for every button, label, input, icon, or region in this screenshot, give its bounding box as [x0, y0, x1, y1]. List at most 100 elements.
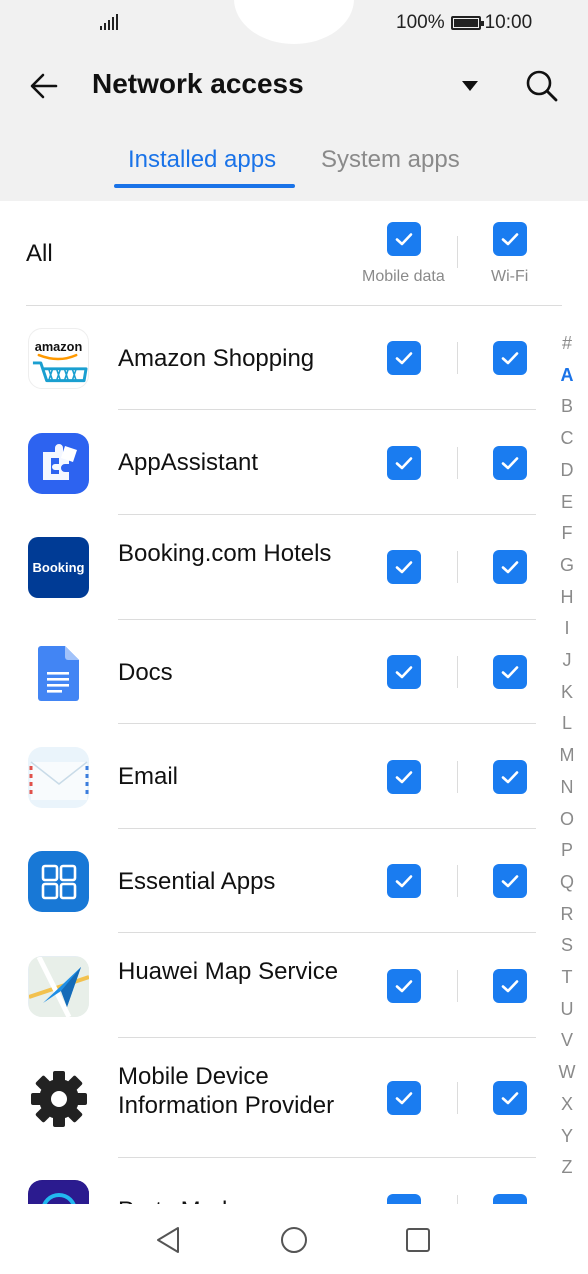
dropdown-arrow-icon	[462, 81, 478, 91]
app-name: Party Mode	[118, 1196, 358, 1204]
list-item[interactable]: AppAssistant	[0, 410, 548, 515]
index-letter[interactable]: U	[548, 999, 586, 1020]
tab-installed-apps[interactable]: Installed apps	[128, 146, 276, 174]
index-letter[interactable]: D	[548, 460, 586, 481]
index-letter[interactable]: X	[548, 1094, 586, 1115]
app-name: Amazon Shopping	[118, 345, 315, 372]
mobile-data-checkbox[interactable]	[387, 1081, 421, 1115]
index-letter[interactable]: Q	[548, 872, 586, 893]
grid-icon	[28, 851, 89, 912]
signal-icon	[100, 14, 118, 30]
index-letter[interactable]: L	[548, 713, 586, 734]
app-name: AppAssistant	[118, 449, 259, 476]
status-time: 10:00	[484, 12, 533, 33]
checkmark-icon	[395, 457, 413, 470]
mobile-data-checkbox[interactable]	[387, 1194, 421, 1204]
app-name: Docs	[118, 659, 173, 686]
alphabet-index[interactable]: # A B C D E F G H I J K L M N O P Q R S T U V W X Y Z	[548, 333, 586, 1193]
index-letter[interactable]: J	[548, 650, 586, 671]
list-item[interactable]: Booking Booking.com Hotels	[0, 515, 548, 620]
camera-notch	[234, 0, 354, 44]
wifi-checkbox[interactable]	[493, 760, 527, 794]
index-letter[interactable]: H	[548, 587, 586, 608]
title-dropdown-button[interactable]	[456, 72, 484, 100]
index-letter[interactable]: A	[548, 365, 586, 386]
all-label: All	[26, 240, 53, 267]
booking-icon: Booking	[28, 537, 89, 598]
checkmark-icon	[501, 352, 519, 365]
column-divider	[457, 761, 458, 793]
index-letter[interactable]: #	[548, 333, 586, 354]
all-mobile-data-checkbox[interactable]	[387, 222, 421, 256]
search-button[interactable]	[522, 66, 562, 106]
mobile-data-checkbox[interactable]	[387, 760, 421, 794]
wifi-checkbox[interactable]	[493, 1194, 527, 1204]
index-letter[interactable]: B	[548, 396, 586, 417]
list-item[interactable]: Huawei Map Service	[0, 933, 548, 1038]
nav-home-button[interactable]	[276, 1222, 312, 1258]
mobile-data-checkbox[interactable]	[387, 446, 421, 480]
map-icon	[28, 956, 89, 1017]
header: Network access	[0, 56, 588, 114]
index-letter[interactable]: W	[548, 1062, 586, 1083]
app-name: Mobile Device Information Provider	[118, 1063, 335, 1119]
all-wifi-checkbox[interactable]	[493, 222, 527, 256]
list-item[interactable]: amazon Amazon Shopping	[0, 306, 548, 410]
wifi-checkbox[interactable]	[493, 969, 527, 1003]
column-divider	[457, 1082, 458, 1114]
svg-text:amazon: amazon	[35, 339, 83, 354]
list-item[interactable]: Essential Apps	[0, 829, 548, 933]
index-letter[interactable]: K	[548, 682, 586, 703]
index-letter[interactable]: Y	[548, 1126, 586, 1147]
index-letter[interactable]: G	[548, 555, 586, 576]
mobile-data-checkbox[interactable]	[387, 969, 421, 1003]
column-divider	[457, 1195, 458, 1204]
party-icon	[28, 1180, 89, 1204]
mobile-data-checkbox[interactable]	[387, 864, 421, 898]
index-letter[interactable]: Z	[548, 1157, 586, 1178]
checkmark-icon	[395, 666, 413, 679]
wifi-checkbox[interactable]	[493, 550, 527, 584]
app-name: Essential Apps	[118, 868, 276, 895]
wifi-checkbox[interactable]	[493, 655, 527, 689]
mobile-data-checkbox[interactable]	[387, 655, 421, 689]
index-letter[interactable]: E	[548, 492, 586, 513]
wifi-checkbox[interactable]	[493, 446, 527, 480]
column-divider	[457, 551, 458, 583]
index-letter[interactable]: P	[548, 840, 586, 861]
checkmark-icon	[395, 233, 413, 246]
wifi-checkbox[interactable]	[493, 1081, 527, 1115]
index-letter[interactable]: T	[548, 967, 586, 988]
list-item[interactable]: Party Mode	[0, 1158, 548, 1204]
tab-system-apps[interactable]: System apps	[321, 146, 460, 174]
envelope-icon	[28, 747, 89, 808]
wifi-checkbox[interactable]	[493, 864, 527, 898]
mobile-data-checkbox[interactable]	[387, 550, 421, 584]
booking-logo-text: Booking	[32, 560, 85, 575]
index-letter[interactable]: O	[548, 809, 586, 830]
list-item[interactable]: Mobile Device Information Provider	[0, 1038, 548, 1158]
wifi-checkbox[interactable]	[493, 341, 527, 375]
index-letter[interactable]: S	[548, 935, 586, 956]
index-letter[interactable]: M	[548, 745, 586, 766]
index-letter[interactable]: C	[548, 428, 586, 449]
index-letter[interactable]: R	[548, 904, 586, 925]
app-name: Huawei Map Service	[118, 958, 339, 985]
app-list[interactable]: amazon Amazon Shopping AppAssistant Book…	[0, 306, 548, 1204]
checkmark-icon	[395, 875, 413, 888]
nav-back-button[interactable]	[150, 1222, 186, 1258]
column-divider	[457, 656, 458, 688]
checkmark-icon	[395, 561, 413, 574]
checkmark-icon	[395, 352, 413, 365]
list-item[interactable]: Email	[0, 724, 548, 829]
mobile-data-checkbox[interactable]	[387, 341, 421, 375]
page-title: Network access	[92, 68, 304, 99]
checkmark-icon	[501, 561, 519, 574]
index-letter[interactable]: F	[548, 523, 586, 544]
index-letter[interactable]: I	[548, 618, 586, 639]
list-item[interactable]: Docs	[0, 620, 548, 724]
nav-recents-button[interactable]	[400, 1222, 436, 1258]
index-letter[interactable]: N	[548, 777, 586, 798]
back-button[interactable]	[24, 66, 64, 106]
index-letter[interactable]: V	[548, 1030, 586, 1051]
